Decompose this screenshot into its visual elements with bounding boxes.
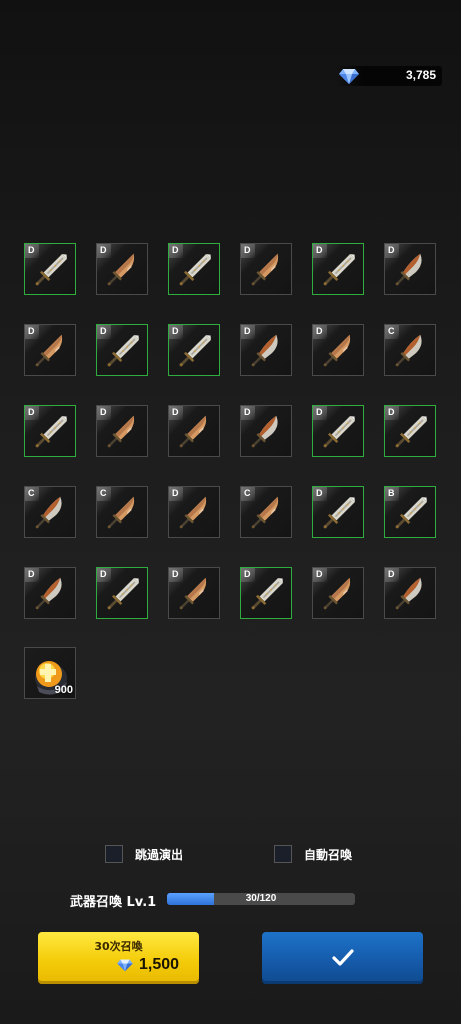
grade-badge: D xyxy=(97,406,111,420)
grade-badge: D xyxy=(313,325,327,339)
skip-animation-checkbox[interactable] xyxy=(105,845,123,863)
skip-animation-label: 跳過演出 xyxy=(135,848,184,862)
weapon-slot[interactable]: D xyxy=(24,567,76,619)
summon-30-button[interactable]: 30次召喚 1,500 xyxy=(38,932,199,984)
grade-badge: B xyxy=(385,487,399,501)
grade-badge: D xyxy=(97,568,111,582)
diamond-currency-display: 3,785 xyxy=(336,66,442,86)
weapon-slot[interactable]: D xyxy=(312,567,364,619)
grade-badge: D xyxy=(169,244,183,258)
summon-30-cost: 1,500 xyxy=(139,956,180,973)
grade-badge: D xyxy=(97,244,111,258)
diamond-amount: 3,785 xyxy=(405,68,436,82)
weapon-slot[interactable]: D xyxy=(24,243,76,295)
grade-badge: D xyxy=(169,406,183,420)
weapon-slot[interactable]: D xyxy=(168,324,220,376)
weapon-slot[interactable]: D xyxy=(384,405,436,457)
grade-badge: D xyxy=(25,244,39,258)
grade-badge: D xyxy=(25,325,39,339)
weapon-slot[interactable]: D xyxy=(168,486,220,538)
grade-badge: C xyxy=(241,487,255,501)
weapon-slot[interactable]: D xyxy=(168,567,220,619)
grade-badge: D xyxy=(25,568,39,582)
weapon-slot[interactable]: D xyxy=(240,324,292,376)
grade-badge: D xyxy=(313,244,327,258)
weapon-slot[interactable]: D xyxy=(384,243,436,295)
weapon-slot[interactable]: D xyxy=(96,324,148,376)
grade-badge: D xyxy=(169,325,183,339)
weapon-slot[interactable]: D xyxy=(384,567,436,619)
weapon-slot[interactable]: D xyxy=(96,405,148,457)
weapon-slot[interactable]: C xyxy=(384,324,436,376)
weapon-slot[interactable]: C xyxy=(24,486,76,538)
grade-badge: D xyxy=(385,244,399,258)
weapon-slot[interactable]: C xyxy=(96,486,148,538)
weapon-slot[interactable]: C xyxy=(240,486,292,538)
check-icon xyxy=(332,949,354,966)
grade-badge: C xyxy=(25,487,39,501)
weapon-slot[interactable]: D xyxy=(240,243,292,295)
enhance-stone-item[interactable]: 900 xyxy=(24,647,76,699)
weapon-slot[interactable]: D xyxy=(168,405,220,457)
weapon-slot[interactable]: D xyxy=(168,243,220,295)
grade-badge: D xyxy=(241,406,255,420)
weapon-slot[interactable]: D xyxy=(24,405,76,457)
grade-badge: C xyxy=(97,487,111,501)
weapon-slot[interactable]: D xyxy=(312,486,364,538)
weapon-slot[interactable]: D xyxy=(312,243,364,295)
weapon-slot[interactable]: D xyxy=(240,405,292,457)
grade-badge: D xyxy=(313,406,327,420)
grade-badge: D xyxy=(241,244,255,258)
weapon-slot[interactable]: D xyxy=(96,567,148,619)
weapon-slot[interactable]: B xyxy=(384,486,436,538)
weapon-slot[interactable]: D xyxy=(312,324,364,376)
enhance-stone-count: 900 xyxy=(54,684,73,696)
weapon-slot[interactable]: D xyxy=(312,405,364,457)
grade-badge: C xyxy=(385,325,399,339)
weapon-slot[interactable]: D xyxy=(96,243,148,295)
grade-badge: D xyxy=(385,406,399,420)
grade-badge: D xyxy=(97,325,111,339)
grade-badge: D xyxy=(385,568,399,582)
summon-level-label: 武器召喚 Lv.1 xyxy=(70,895,157,910)
summon-30-title: 30次召喚 xyxy=(94,940,143,953)
grade-badge: D xyxy=(169,487,183,501)
weapon-slot[interactable]: D xyxy=(24,324,76,376)
weapon-slot[interactable]: D xyxy=(240,567,292,619)
summon-level-progress-bar: 30/120 xyxy=(167,893,355,905)
grade-badge: D xyxy=(241,325,255,339)
auto-summon-label: 自動召喚 xyxy=(304,848,353,862)
grade-badge: D xyxy=(241,568,255,582)
diamond-icon xyxy=(117,959,133,972)
grade-badge: D xyxy=(25,406,39,420)
diamond-icon xyxy=(339,69,359,84)
confirm-button[interactable] xyxy=(262,932,423,984)
grade-badge: D xyxy=(169,568,183,582)
grade-badge: D xyxy=(313,487,327,501)
grade-badge: D xyxy=(313,568,327,582)
auto-summon-checkbox[interactable] xyxy=(274,845,292,863)
progress-text: 30/120 xyxy=(245,893,277,904)
